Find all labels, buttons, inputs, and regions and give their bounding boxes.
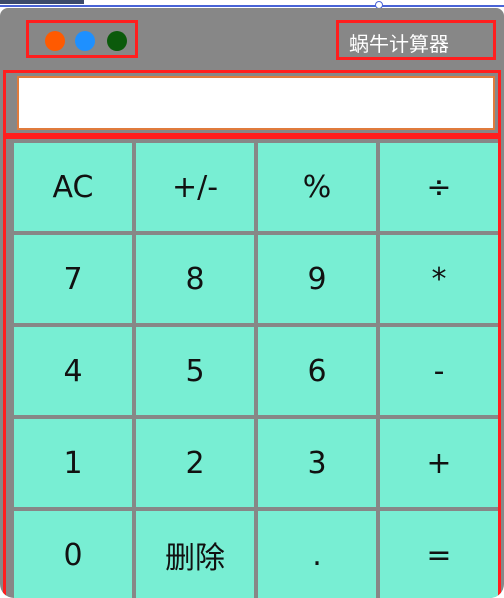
key-7[interactable]: 7: [14, 235, 132, 323]
key-divide[interactable]: ÷: [380, 143, 498, 231]
key-delete[interactable]: 删除: [136, 511, 254, 598]
key-2[interactable]: 2: [136, 419, 254, 507]
key-ac[interactable]: AC: [14, 143, 132, 231]
calculator-display: [17, 76, 495, 130]
key-6[interactable]: 6: [258, 327, 376, 415]
close-dot-icon[interactable]: [45, 31, 65, 51]
key-9[interactable]: 9: [258, 235, 376, 323]
key-8[interactable]: 8: [136, 235, 254, 323]
minimize-dot-icon[interactable]: [75, 31, 95, 51]
key-toggle-sign[interactable]: +/-: [136, 143, 254, 231]
key-decimal[interactable]: .: [258, 511, 376, 598]
top-edge: [0, 0, 504, 9]
key-percent[interactable]: %: [258, 143, 376, 231]
keypad-container: AC +/- % ÷ 7 8 9 * 4 5 6 - 1 2 3 + 0 删除 …: [3, 136, 501, 598]
top-guide-line: [0, 5, 504, 7]
key-1[interactable]: 1: [14, 419, 132, 507]
app-title: 蜗牛计算器: [349, 32, 449, 56]
title-container: 蜗牛计算器: [336, 20, 496, 60]
key-multiply[interactable]: *: [380, 235, 498, 323]
key-5[interactable]: 5: [136, 327, 254, 415]
top-tab: [0, 0, 84, 4]
key-0[interactable]: 0: [14, 511, 132, 598]
window-controls: [26, 20, 138, 58]
key-4[interactable]: 4: [14, 327, 132, 415]
title-bar: 蜗牛计算器: [0, 8, 504, 66]
keypad: AC +/- % ÷ 7 8 9 * 4 5 6 - 1 2 3 + 0 删除 …: [14, 143, 498, 598]
calculator-window: 蜗牛计算器 AC +/- % ÷ 7 8 9 * 4 5 6 - 1 2 3 +…: [0, 8, 504, 598]
maximize-dot-icon[interactable]: [107, 31, 127, 51]
key-add[interactable]: +: [380, 419, 498, 507]
key-equals[interactable]: =: [380, 511, 498, 598]
key-3[interactable]: 3: [258, 419, 376, 507]
key-subtract[interactable]: -: [380, 327, 498, 415]
display-container: [3, 70, 501, 136]
